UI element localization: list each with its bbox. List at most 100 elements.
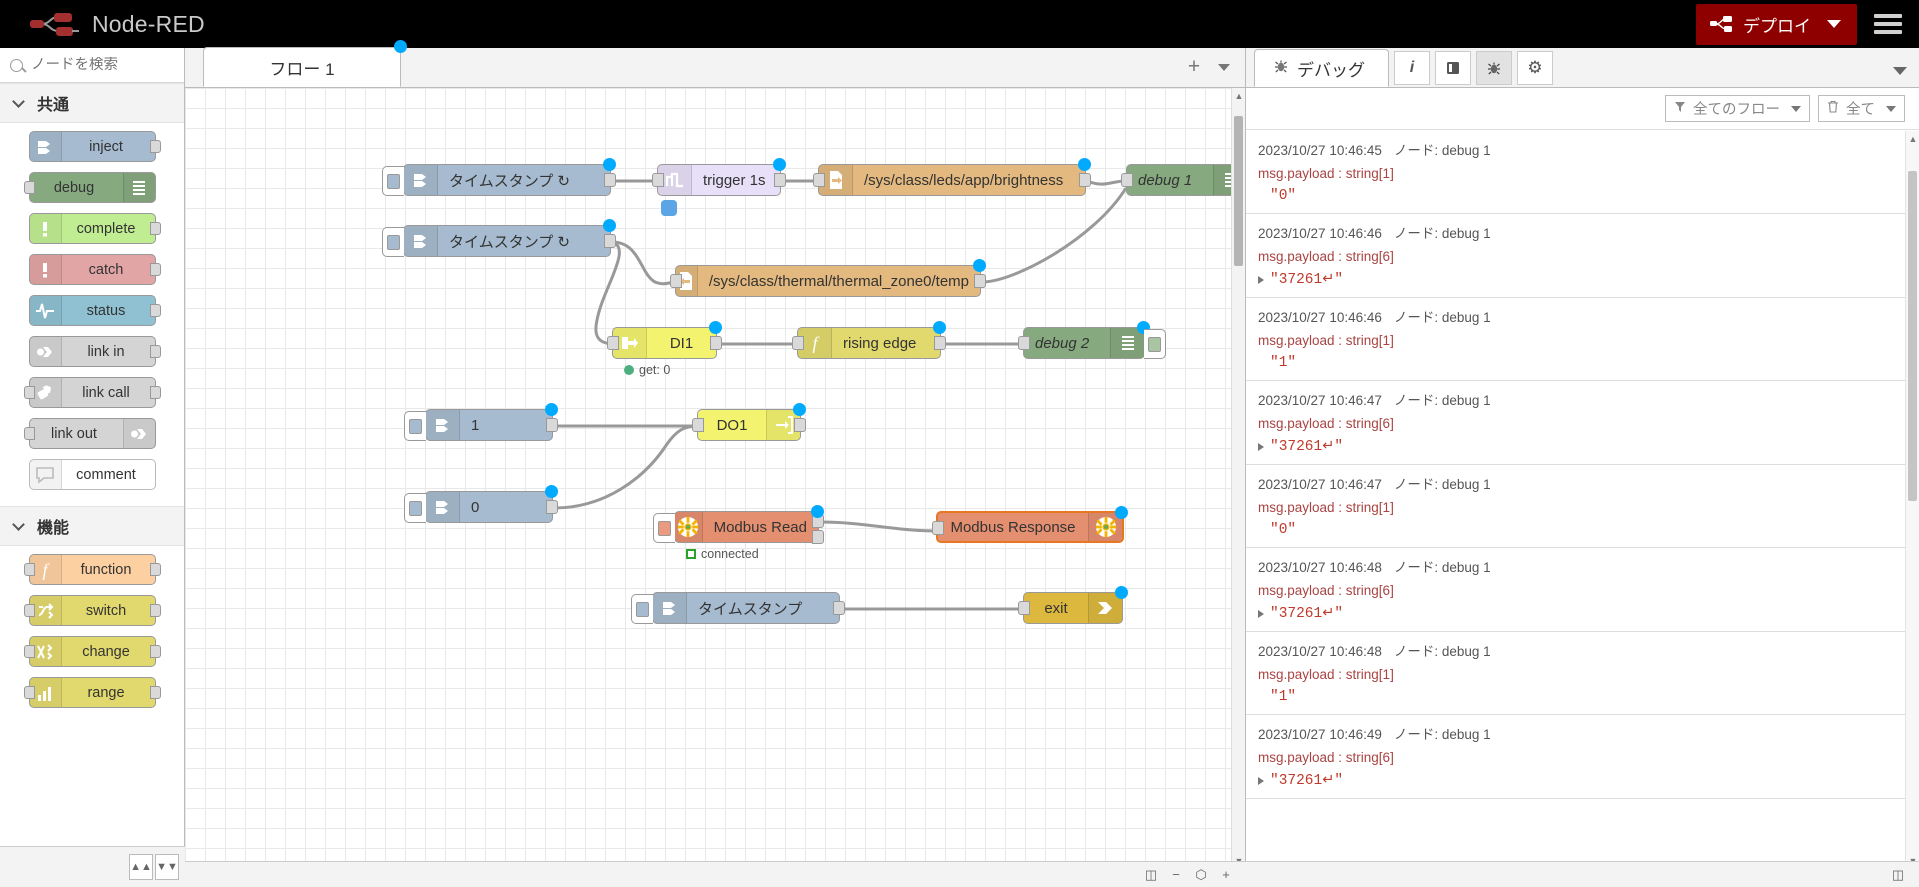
debug-message[interactable]: 2023/10/27 10:46:46 ノード: debug 1 msg.paylo… [1246, 214, 1905, 298]
flow-node-1[interactable]: 1 [404, 403, 558, 441]
scroll-thumb[interactable] [1234, 116, 1243, 266]
flow-node-sys-class-thermal-thermal-zone0-temp[interactable]: /sys/class/thermal/thermal_zone0/temp [670, 259, 986, 297]
palette-node-change[interactable]: change [23, 636, 161, 667]
node-output-port[interactable] [794, 418, 806, 432]
layout-toggle-icon[interactable]: ◫ [1140, 865, 1162, 885]
flow-node-exit[interactable]: exit [1018, 586, 1128, 624]
palette-category-function[interactable]: 機能 [0, 506, 184, 546]
expand-arrow-icon[interactable] [1258, 275, 1264, 284]
expand-arrow-icon[interactable] [1258, 609, 1264, 618]
palette-node-inject[interactable]: inject [28, 131, 161, 162]
scroll-thumb[interactable] [1908, 171, 1917, 501]
tab-debug[interactable]: デバッグ [1254, 49, 1389, 87]
info-icon[interactable]: i [1394, 51, 1430, 85]
node-action-button[interactable] [631, 594, 653, 624]
flow-node-modbus-response[interactable]: Modbus Response [932, 506, 1128, 543]
node-input-port[interactable] [1018, 336, 1030, 350]
flow-node-[interactable]: タイムスタンプ ↻ [382, 219, 616, 257]
flow-node-0[interactable]: 0 [404, 485, 558, 523]
node-output-port[interactable] [149, 263, 161, 276]
scroll-up-icon[interactable]: ▲ [1232, 88, 1246, 104]
node-output-port[interactable] [149, 140, 161, 153]
deploy-button[interactable]: デプロイ [1696, 3, 1857, 45]
palette-node-status[interactable]: status [28, 295, 161, 326]
node-action-button[interactable] [382, 166, 404, 196]
expand-arrow-icon[interactable] [1258, 442, 1264, 451]
debug-message[interactable]: 2023/10/27 10:46:48 ノード: debug 1 msg.paylo… [1246, 548, 1905, 632]
node-output-port[interactable] [934, 336, 946, 350]
node-output-port[interactable] [710, 336, 722, 350]
sidebar-toggle-icon[interactable]: ◫ [1887, 865, 1909, 885]
flow-node-modbus-read[interactable]: Modbus Read [653, 505, 824, 544]
add-flow-button[interactable]: + [1179, 50, 1209, 84]
palette-node-comment[interactable]: comment [28, 459, 156, 490]
flow-node-debug-1[interactable]: debug 1 [1121, 158, 1245, 196]
flow-canvas[interactable]: タイムスタンプ ↻ trigger 1s/sys/class/leds/app/b… [185, 88, 1245, 887]
node-input-port[interactable] [23, 686, 35, 699]
node-output-port[interactable] [604, 173, 616, 187]
node-input-port[interactable] [692, 418, 704, 432]
debug-message[interactable]: 2023/10/27 10:46:45 ノード: debug 1 msg.paylo… [1246, 131, 1905, 214]
node-output-port[interactable] [812, 530, 824, 544]
node-input-port[interactable] [607, 336, 619, 350]
node-output-port[interactable] [149, 686, 161, 699]
zoom-reset-icon[interactable]: ⬡ [1190, 865, 1212, 885]
node-output-port[interactable] [974, 274, 986, 288]
node-input-port[interactable] [23, 181, 35, 194]
node-input-port[interactable] [792, 336, 804, 350]
palette-node-complete[interactable]: complete [28, 213, 161, 244]
sidebar-more-button[interactable] [1893, 67, 1907, 75]
node-input-port[interactable] [652, 173, 664, 187]
flow-node-[interactable]: タイムスタンプ [631, 592, 845, 624]
node-output-port[interactable] [833, 601, 845, 615]
node-output-port[interactable] [149, 304, 161, 317]
palette-node-function[interactable]: f function [23, 554, 161, 585]
flow-node-sys-class-leds-app-brightness[interactable]: /sys/class/leds/app/brightness [813, 158, 1091, 196]
node-output-port[interactable] [149, 563, 161, 576]
node-input-port[interactable] [1121, 173, 1133, 187]
debug-message[interactable]: 2023/10/27 10:46:47 ノード: debug 1 msg.paylo… [1246, 381, 1905, 465]
debug-vertical-scrollbar[interactable]: ▲ ▼ [1905, 131, 1919, 869]
node-action-button[interactable] [1144, 329, 1166, 359]
palette-node-link-out[interactable]: link out [23, 418, 156, 449]
node-action-button[interactable] [404, 493, 426, 523]
node-output-port[interactable] [1079, 173, 1091, 187]
node-action-button[interactable] [404, 411, 426, 441]
node-output-port[interactable] [149, 345, 161, 358]
node-input-port[interactable] [23, 427, 35, 440]
palette-node-switch[interactable]: switch [23, 595, 161, 626]
node-output-port[interactable] [546, 418, 558, 432]
search-input[interactable] [31, 57, 181, 73]
zoom-in-icon[interactable]: + [1215, 865, 1237, 885]
scroll-up-icon[interactable]: ▲ [1906, 131, 1919, 147]
collapse-all-icon[interactable]: ▲▲ [129, 854, 153, 880]
debug-message[interactable]: 2023/10/27 10:46:47 ノード: debug 1 msg.paylo… [1246, 465, 1905, 548]
node-output-port[interactable] [149, 222, 161, 235]
debug-message[interactable]: 2023/10/27 10:46:48 ノード: debug 1 msg.paylo… [1246, 632, 1905, 715]
palette-node-debug[interactable]: debug [23, 172, 156, 203]
expand-arrow-icon[interactable] [1258, 776, 1264, 785]
palette-search-bar[interactable] [0, 48, 184, 83]
flow-node-debug-2[interactable]: debug 2 [1018, 321, 1166, 359]
node-input-port[interactable] [813, 173, 825, 187]
canvas-vertical-scrollbar[interactable]: ▲ ▼ [1231, 88, 1245, 869]
palette-node-range[interactable]: range [23, 677, 161, 708]
flow-node-[interactable]: タイムスタンプ ↻ [382, 158, 616, 196]
main-menu-button[interactable] [1857, 0, 1919, 48]
node-output-port[interactable] [149, 386, 161, 399]
debug-message[interactable]: 2023/10/27 10:46:49 ノード: debug 1 msg.paylo… [1246, 715, 1905, 799]
palette-node-link-in[interactable]: link in [28, 336, 161, 367]
flow-node-rising-edge[interactable]: f rising edge [792, 321, 946, 359]
flow-node-do1[interactable]: DO1 [692, 403, 806, 441]
node-action-button[interactable] [653, 513, 675, 543]
node-input-port[interactable] [670, 274, 682, 288]
debug-message-list[interactable]: 2023/10/27 10:46:45 ノード: debug 1 msg.paylo… [1246, 131, 1905, 887]
node-action-button[interactable] [382, 227, 404, 257]
flow-node-di1[interactable]: DI1 [607, 321, 722, 359]
gear-icon[interactable]: ⚙ [1517, 51, 1553, 85]
expand-all-icon[interactable]: ▼▼ [155, 854, 179, 880]
palette-category-common[interactable]: 共通 [0, 83, 184, 123]
node-output-port[interactable] [149, 604, 161, 617]
node-output-port[interactable] [149, 645, 161, 658]
node-output-port[interactable] [604, 234, 616, 248]
